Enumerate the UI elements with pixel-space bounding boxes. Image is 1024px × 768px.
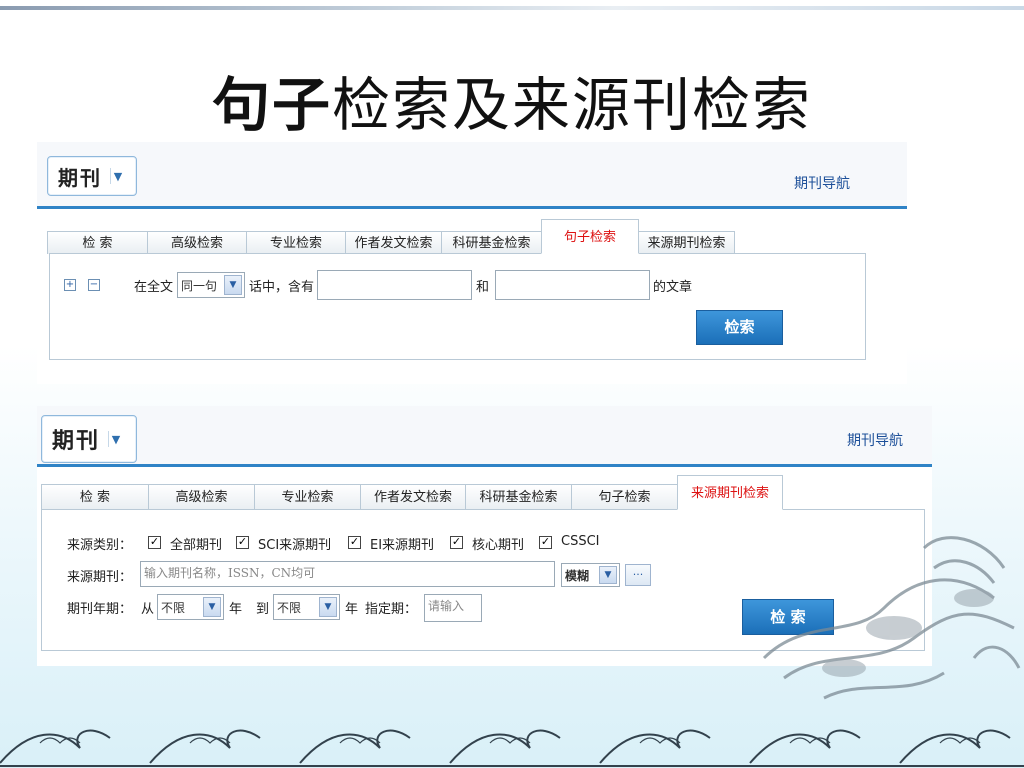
year-unit-label: 年 xyxy=(229,602,243,617)
match-mode-value: 模糊 xyxy=(565,568,590,583)
database-dropdown[interactable]: 期刊 ▼ xyxy=(47,156,137,196)
match-mode-select[interactable]: 模糊 ▼ xyxy=(561,563,620,587)
database-dropdown[interactable]: 期刊 ▼ xyxy=(41,415,137,463)
panel-header xyxy=(37,406,932,467)
checkbox-sci[interactable]: ✓ xyxy=(236,536,249,549)
tab-advanced-search[interactable]: 高级检索 xyxy=(147,231,247,254)
sentence-search-panel: 期刊 ▼ 期刊导航 检 索 高级检索 专业检索 作者发文检索 科研基金检索 句子… xyxy=(37,142,907,384)
year-unit-label-2: 年 xyxy=(345,602,359,617)
category-sci: SCI来源期刊 xyxy=(258,538,332,553)
category-ei: EI来源期刊 xyxy=(370,538,435,553)
tab-sentence-search[interactable]: 句子检索 xyxy=(541,219,639,254)
issue-input[interactable]: 请输入 xyxy=(424,594,482,622)
journal-label: 来源期刊： xyxy=(67,570,133,585)
top-decorative-line xyxy=(0,6,1024,10)
keyword-input-2[interactable] xyxy=(495,270,650,300)
journal-name-placeholder: 输入期刊名称，ISSN，CN均可 xyxy=(144,566,316,580)
panel-header xyxy=(37,142,907,209)
more-options-button[interactable]: ··· xyxy=(625,564,651,586)
category-core: 核心期刊 xyxy=(472,538,525,553)
from-year-value: 不限 xyxy=(161,600,186,615)
tab-sentence-search[interactable]: 句子检索 xyxy=(571,484,678,510)
tab-source-journal-search[interactable]: 来源期刊检索 xyxy=(638,231,735,254)
suffix-label: 的文章 xyxy=(653,280,693,295)
chevron-down-icon: ▼ xyxy=(224,275,242,295)
dragon-decoration xyxy=(762,536,1021,700)
slide-title: 句子检索及来源刊检索 xyxy=(0,58,1024,142)
category-cssci: CSSCI xyxy=(561,534,600,549)
tab-basic-search[interactable]: 检 索 xyxy=(47,231,148,254)
slide-title-rest: 检索及来源刊检索 xyxy=(332,71,813,139)
checkbox-ei[interactable]: ✓ xyxy=(348,536,361,549)
chevron-down-icon: ▼ xyxy=(599,566,617,584)
journal-name-input[interactable]: 输入期刊名称，ISSN，CN均可 xyxy=(140,561,555,587)
tab-professional-search[interactable]: 专业检索 xyxy=(246,231,346,254)
to-year-value: 不限 xyxy=(277,600,302,615)
scope-label: 在全文 xyxy=(134,280,174,295)
to-year-select[interactable]: 不限 ▼ xyxy=(273,594,340,620)
journal-nav-link[interactable]: 期刊导航 xyxy=(794,173,850,193)
remove-row-icon[interactable]: − xyxy=(88,279,100,291)
chevron-down-icon: ▼ xyxy=(110,168,125,184)
journal-nav-link[interactable]: 期刊导航 xyxy=(847,430,903,450)
wave-border-decoration xyxy=(0,729,1024,767)
tab-source-journal-search[interactable]: 来源期刊检索 xyxy=(677,475,783,510)
tab-fund-search[interactable]: 科研基金检索 xyxy=(465,484,572,510)
chevron-down-icon: ▼ xyxy=(319,597,337,617)
sentence-search-form: + − 在全文 同一句 ▼ 话中，含有 和 的文章 检索 xyxy=(49,253,866,360)
from-label: 从 xyxy=(141,602,155,617)
contains-label: 话中，含有 xyxy=(249,280,315,295)
to-label: 到 xyxy=(256,602,270,617)
category-all-journals: 全部期刊 xyxy=(170,538,223,553)
tab-professional-search[interactable]: 专业检索 xyxy=(254,484,361,510)
year-label: 期刊年期： xyxy=(67,602,133,617)
and-label: 和 xyxy=(476,280,490,295)
keyword-input-1[interactable] xyxy=(317,270,472,300)
tab-fund-search[interactable]: 科研基金检索 xyxy=(441,231,542,254)
search-tabs: 检 索 高级检索 专业检索 作者发文检索 科研基金检索 句子检索 来源期刊检索 xyxy=(41,475,783,510)
from-year-select[interactable]: 不限 ▼ xyxy=(157,594,224,620)
tab-author-search[interactable]: 作者发文检索 xyxy=(345,231,442,254)
database-dropdown-label: 期刊 xyxy=(58,165,102,190)
checkbox-core[interactable]: ✓ xyxy=(450,536,463,549)
slide-title-bold: 句子 xyxy=(211,71,332,139)
search-tabs: 检 索 高级检索 专业检索 作者发文检索 科研基金检索 句子检索 来源期刊检索 xyxy=(47,219,735,254)
chevron-down-icon: ▼ xyxy=(203,597,221,617)
checkbox-cssci[interactable]: ✓ xyxy=(539,536,552,549)
issue-label: 指定期： xyxy=(365,602,418,617)
tab-basic-search[interactable]: 检 索 xyxy=(41,484,149,510)
checkbox-all-journals[interactable]: ✓ xyxy=(148,536,161,549)
chevron-down-icon: ▼ xyxy=(108,431,123,447)
tab-advanced-search[interactable]: 高级检索 xyxy=(148,484,255,510)
database-dropdown-label: 期刊 xyxy=(52,429,101,454)
scope-select[interactable]: 同一句 ▼ xyxy=(177,272,245,298)
search-button[interactable]: 检索 xyxy=(696,310,783,345)
scope-select-value: 同一句 xyxy=(181,278,218,293)
issue-placeholder: 请输入 xyxy=(428,599,465,613)
category-label: 来源类别： xyxy=(67,538,133,553)
add-row-icon[interactable]: + xyxy=(64,279,76,291)
tab-author-search[interactable]: 作者发文检索 xyxy=(360,484,466,510)
